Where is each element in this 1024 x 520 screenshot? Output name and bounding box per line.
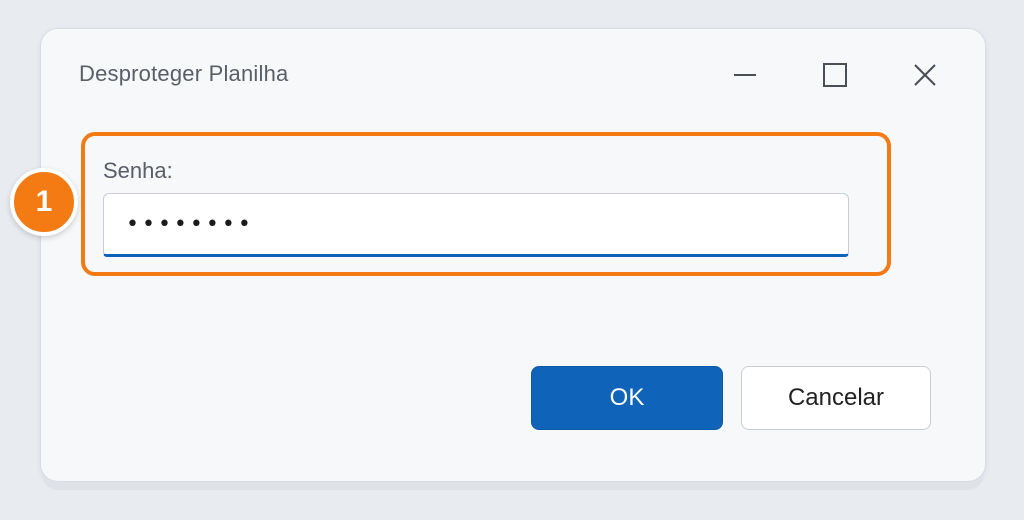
minimize-icon: [734, 74, 756, 76]
step-callout-badge: 1: [10, 168, 78, 236]
password-label: Senha:: [103, 158, 173, 183]
password-input[interactable]: ••••••••: [103, 193, 849, 257]
maximize-button[interactable]: [811, 51, 859, 99]
minimize-button[interactable]: [721, 51, 769, 99]
close-icon: [914, 64, 936, 86]
unprotect-sheet-dialog: Desproteger Planilha Senha: •••••••• OK …: [40, 28, 986, 482]
close-button[interactable]: [901, 51, 949, 99]
cancel-button[interactable]: Cancelar: [741, 366, 931, 430]
dialog-title: Desproteger Planilha: [79, 61, 289, 86]
maximize-icon: [823, 63, 847, 87]
ok-button[interactable]: OK: [531, 366, 723, 430]
password-masked-value: ••••••••: [126, 211, 254, 237]
